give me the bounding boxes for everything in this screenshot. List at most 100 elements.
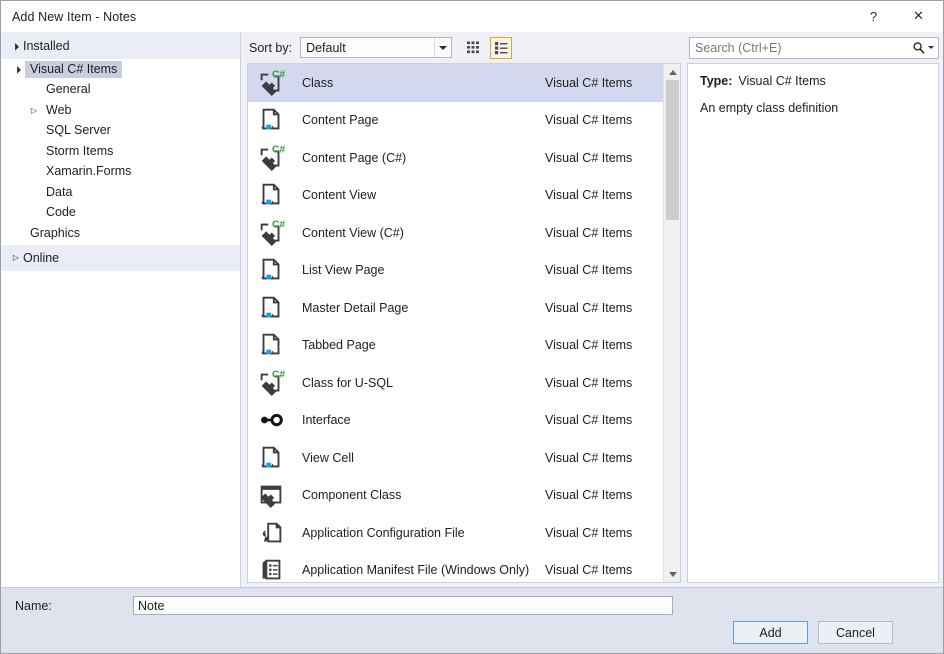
svg-text:‹: ‹ [261,460,264,470]
svg-text:›: › [271,310,274,320]
detail-type-value: Visual C# Items [738,74,825,88]
svg-text:C#: C# [272,369,285,380]
vertical-scrollbar[interactable] [663,64,680,582]
details-pane: Type:Visual C# Items An empty class defi… [687,32,943,587]
scrollbar-track[interactable] [664,80,680,566]
template-item-name: View Cell [287,451,545,465]
cancel-button[interactable]: Cancel [818,621,893,644]
csharp-class-icon: C# [255,67,287,99]
template-list-item[interactable]: C#Class for U-SQLVisual C# Items [248,364,663,402]
template-list-item[interactable]: ‹›List View PageVisual C# Items [248,252,663,290]
template-list-item[interactable]: C#Content Page (C#)Visual C# Items [248,139,663,177]
sidebar-item-label: Xamarin.Forms [41,163,136,180]
template-list-item[interactable]: ‹ › View CellVisual C# Items [248,439,663,477]
svg-text:‹: ‹ [261,122,264,132]
sidebar-item-code[interactable]: Code [1,203,240,224]
template-list-item[interactable]: C#ClassVisual C# Items [248,64,663,102]
template-item-source: Visual C# Items [545,451,663,465]
sort-toolbar: Sort by: Default [247,32,681,63]
svg-text:›: › [271,347,274,357]
template-item-source: Visual C# Items [545,76,663,90]
svg-text:C#: C# [272,219,285,230]
help-icon[interactable]: ? [851,1,896,31]
sidebar-item-graphics[interactable]: Graphics [1,223,240,244]
csharp-class-icon: C# [255,142,287,174]
scroll-down-icon[interactable] [664,566,681,582]
template-list-item[interactable]: ‹›Master Detail PageVisual C# Items [248,289,663,327]
tree-group-online-label: Online [23,251,59,265]
sidebar-item-label: Storm Items [41,143,118,160]
scrollbar-thumb[interactable] [666,80,679,220]
sort-by-select[interactable]: Default [300,37,452,58]
svg-text:‹: ‹ [261,347,264,357]
template-item-source: Visual C# Items [545,488,663,502]
sidebar-item-sql-server[interactable]: SQL Server [1,121,240,142]
template-item-name: Content View [287,188,545,202]
chevron-right-icon [9,253,23,262]
sidebar-item-label: Visual C# Items [25,61,122,78]
tree-group-installed-label: Installed [23,39,70,53]
svg-text:›: › [271,460,274,470]
close-icon[interactable]: ✕ [896,1,941,31]
name-row: Name: [1,588,943,615]
chevron-right-icon [27,106,41,115]
template-item-source: Visual C# Items [545,526,663,540]
sidebar-item-data[interactable]: Data [1,182,240,203]
template-list-item[interactable]: Application Manifest File (Windows Only)… [248,552,663,583]
template-item-source: Visual C# Items [545,188,663,202]
template-list-item[interactable]: Component ClassVisual C# Items [248,477,663,515]
grid-view-icon[interactable] [462,37,484,59]
search-icon[interactable] [908,41,938,55]
sort-by-label: Sort by: [249,41,292,55]
sidebar-item-xamarin-forms[interactable]: Xamarin.Forms [1,162,240,183]
template-list-item[interactable]: ‹ › Tabbed PageVisual C# Items [248,327,663,365]
template-list-item[interactable]: ‹›Content PageVisual C# Items [248,102,663,140]
xaml-page-icon: ‹› [255,179,287,211]
sidebar-item-label: General [41,81,95,98]
tree-group-online[interactable]: Online [1,244,240,271]
template-item-name: Content View (C#) [287,226,545,240]
svg-text:›: › [271,122,274,132]
svg-text:‹: ‹ [261,197,264,207]
svg-text:›: › [271,197,274,207]
category-tree: Installed Visual C# Items General WebSQL S… [1,32,241,587]
sidebar-item-storm-items[interactable]: Storm Items [1,141,240,162]
name-input[interactable] [133,596,673,615]
manifest-file-icon [255,554,287,582]
detail-description: An empty class definition [700,101,928,116]
tree-group-installed[interactable]: Installed [1,32,240,59]
template-item-name: Application Configuration File [287,526,545,540]
dialog-footer: Name: Add Cancel [1,587,943,653]
search-box[interactable] [689,37,939,59]
detail-type-row: Type:Visual C# Items [700,74,928,89]
sidebar-item-visual-c-items[interactable]: Visual C# Items [1,59,240,80]
search-input[interactable] [690,38,908,58]
template-item-source: Visual C# Items [545,338,663,352]
template-item-source: Visual C# Items [545,301,663,315]
template-list-item[interactable]: C#Content View (C#)Visual C# Items [248,214,663,252]
template-list-item[interactable]: InterfaceVisual C# Items [248,402,663,440]
template-item-source: Visual C# Items [545,113,663,127]
dialog-title: Add New Item - Notes [12,10,136,24]
template-list[interactable]: C#ClassVisual C# Items‹›Content PageVisu… [248,64,663,582]
svg-text:C#: C# [272,144,285,155]
list-view-icon[interactable] [490,37,512,59]
template-list-item[interactable]: Application Configuration FileVisual C# … [248,514,663,552]
svg-text:C#: C# [272,69,285,80]
interface-icon [255,404,287,436]
details-box: Type:Visual C# Items An empty class defi… [687,63,939,583]
sidebar-item-web[interactable]: Web [1,100,240,121]
search-bar [687,32,939,63]
template-item-name: Interface [287,413,545,427]
template-item-name: Component Class [287,488,545,502]
template-item-name: Tabbed Page [287,338,545,352]
svg-text:‹: ‹ [261,272,264,282]
template-list-item[interactable]: ‹›Content ViewVisual C# Items [248,177,663,215]
csharp-class-icon: C# [255,217,287,249]
template-item-name: Class for U-SQL [287,376,545,390]
add-button[interactable]: Add [733,621,808,644]
scroll-up-icon[interactable] [664,64,681,80]
sidebar-item-general[interactable]: General [1,80,240,101]
sidebar-item-label: Code [41,204,81,221]
sidebar-item-label: Graphics [25,225,85,242]
